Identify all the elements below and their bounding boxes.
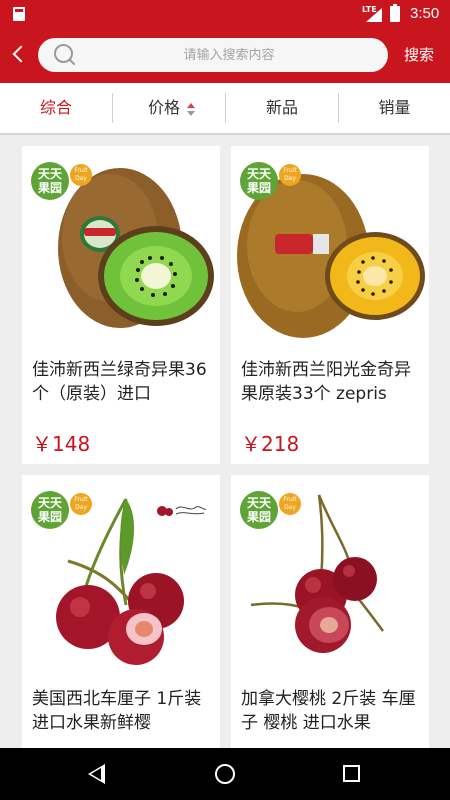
sort-arrows-icon [187,103,195,117]
search-icon [54,44,76,66]
tab-new[interactable]: 新品 [226,83,338,133]
status-time: 3:50 [410,5,440,22]
product-name: 佳沛新西兰阳光金奇异果原装33个 zepris [241,360,411,404]
product-name: 佳沛新西兰绿奇异果36个（原装）进口 [32,360,207,404]
product-card[interactable]: 天天 果园 Fruit Day 加拿大樱桃 2斤装 车厘子 樱桃 进口水果 [231,475,429,748]
product-card[interactable]: 天天 果园 Fruit Day 佳沛新西兰阳光金奇异果原装33个 zepris ￥2… [231,146,429,464]
fruitday-badge-logo: Fruit Day [70,493,92,515]
tab-price[interactable]: 价格 [113,83,225,133]
nav-home-icon[interactable] [215,764,235,784]
fruitday-badge-logo: Fruit Day [279,493,301,515]
product-name: 美国西北车厘子 1斤装 进口水果新鲜樱 [32,689,202,733]
back-button[interactable] [6,40,32,70]
brand-badge-logo: 天天 果园 [31,491,69,529]
status-bar: LTE 3:50 [0,0,450,28]
nav-back-icon[interactable] [88,764,105,784]
tab-sales[interactable]: 销量 [339,83,450,133]
brand-badge-logo: 天天 果园 [240,162,278,200]
sd-card-icon [13,7,25,21]
search-header: 搜索 [0,28,450,83]
signal-icon [366,8,382,22]
search-box[interactable] [38,38,388,72]
fruitday-badge-logo: Fruit Day [70,164,92,186]
fruitday-badge-logo: Fruit Day [279,164,301,186]
product-price: ￥218 [241,432,300,456]
search-input[interactable] [84,38,374,72]
nav-recents-icon[interactable] [343,765,360,782]
tab-comprehensive[interactable]: 综合 [0,83,112,133]
product-name: 加拿大樱桃 2斤装 车厘子 樱桃 进口水果 [241,689,416,733]
brand-badge-logo: 天天 果园 [31,162,69,200]
system-navigation-bar [0,748,450,800]
product-card[interactable]: 天天 果园 Fruit Day 佳沛新西兰绿奇异果36个（原装）进口 ￥148 [22,146,220,464]
back-arrow-icon [12,45,30,63]
brand-badge-logo: 天天 果园 [240,491,278,529]
sort-bar: 综合 价格 新品 销量 [0,83,450,135]
northwest-cherries-logo [156,499,208,519]
product-card[interactable]: 天天 果园 Fruit Day 美国西北车厘子 1斤装 进口水果新鲜樱 [22,475,220,748]
search-button[interactable]: 搜索 [404,44,434,65]
product-price: ￥148 [32,432,91,456]
battery-icon [390,4,400,22]
